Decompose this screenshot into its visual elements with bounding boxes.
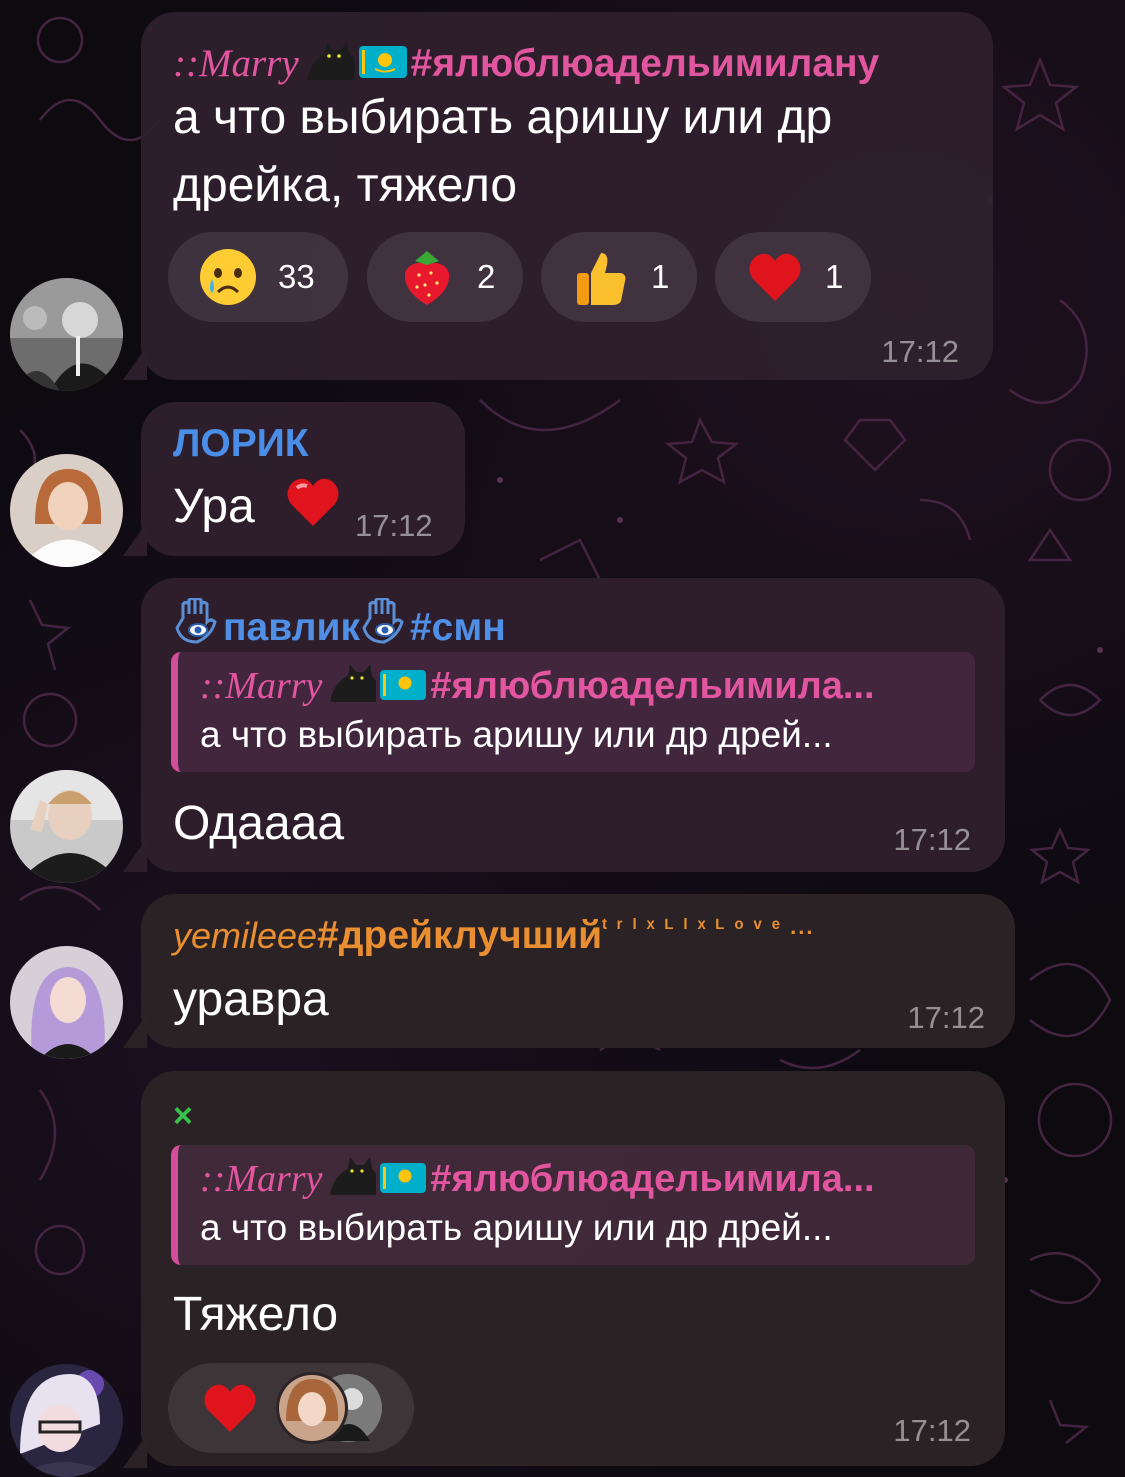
- reactor-avatars: [276, 1372, 382, 1444]
- sender-name[interactable]: ×: [173, 1097, 193, 1136]
- reaction-heart-with-avatars[interactable]: [168, 1363, 414, 1453]
- message-text: Тяжело: [173, 1288, 339, 1341]
- avatar[interactable]: [10, 946, 123, 1059]
- avatar-photo-blonde: [10, 1364, 123, 1477]
- reply-quote[interactable]: ::Marry #ялюблюадельимила... а что выбир…: [171, 1145, 975, 1265]
- message-text-content: Ура: [173, 480, 255, 533]
- sender-display-name: yemileee: [173, 915, 318, 956]
- sender-hashtag[interactable]: #ялюблюадельимилану: [411, 42, 880, 85]
- reaction-count: 1: [651, 258, 670, 295]
- message-text-line-2: дрейка, тяжело: [173, 159, 518, 212]
- reaction-crying[interactable]: 33: [168, 232, 348, 322]
- reply-hashtag: #ялюблюадельимила...: [430, 665, 875, 707]
- crying-face-emoji-icon: [200, 249, 256, 305]
- avatar[interactable]: [10, 1364, 123, 1477]
- sender-name[interactable]: павлик #смн: [173, 598, 506, 650]
- reply-sender: ::Marry #ялюблюадельимила...: [200, 1153, 875, 1201]
- hamsa-emoji-icon: [175, 598, 217, 644]
- sender-name[interactable]: yemileee#дрейклучшийᵗ ʳ ᴵ ˣ ᴸ ᴵ ˣ ᴸ ᵒ ᵛ …: [173, 914, 814, 958]
- reaction-count: 2: [477, 258, 496, 295]
- reply-quote[interactable]: ::Marry #ялюблюадельимила... а что выбир…: [171, 652, 975, 772]
- avatar-photo-girl-purple-hair: [10, 946, 123, 1059]
- sender-display-name: павлик: [223, 606, 360, 649]
- message-text: Одаааа: [173, 797, 345, 850]
- black-cat-emoji-icon: [330, 664, 377, 702]
- sender-name[interactable]: ::Marry #ялюблюадельимилану: [173, 36, 879, 86]
- message-text: уравра: [173, 973, 329, 1026]
- reactor-avatar-girl: [276, 1372, 348, 1444]
- reply-hashtag: #ялюблюадельимила...: [430, 1158, 875, 1200]
- avatar-photo-boy: [10, 770, 123, 883]
- message-bubble[interactable]: павлик #смн ::Marry #ялюблюадельимила...…: [141, 578, 1005, 872]
- message-bubble[interactable]: × ::Marry #ялюблюадельимила... а что выб…: [141, 1071, 1005, 1466]
- message-bubble[interactable]: yemileee#дрейклучшийᵗ ʳ ᴵ ˣ ᴸ ᴵ ˣ ᴸ ᵒ ᵛ …: [141, 894, 1015, 1048]
- message-time: 17:12: [907, 1000, 985, 1035]
- message-time: 17:12: [355, 508, 433, 543]
- sender-display-name: ::Marry: [173, 42, 299, 85]
- chat-screen: ::Marry #ялюблюадельимилану а что выбира…: [0, 0, 1125, 1477]
- message-bubble[interactable]: ЛОРИК Ура 17:12: [141, 402, 465, 556]
- message-time: 17:12: [881, 334, 959, 369]
- message-time: 17:12: [893, 1413, 971, 1448]
- message-text-line-1: а что выбирать аришу или др: [173, 91, 833, 144]
- reply-text: а что выбирать аришу или др дрей...: [200, 714, 833, 755]
- reaction-strawberry[interactable]: 2: [367, 232, 523, 322]
- thumbs-up-emoji-icon: [577, 253, 626, 305]
- reaction-count: 1: [825, 258, 844, 295]
- sender-name[interactable]: ЛОРИК: [173, 422, 309, 466]
- avatar[interactable]: [10, 770, 123, 883]
- sender-hashtag[interactable]: #дрейклучший: [317, 914, 602, 957]
- sender-hashtag[interactable]: #смн: [410, 606, 506, 649]
- avatar[interactable]: [10, 278, 123, 391]
- black-cat-emoji-icon: [306, 42, 355, 80]
- message-bubble[interactable]: ::Marry #ялюблюадельимилану а что выбира…: [141, 12, 993, 380]
- reply-sender-name: ::Marry: [200, 1158, 323, 1200]
- red-heart-emoji-icon: [204, 1384, 256, 1432]
- message-time: 17:12: [893, 822, 971, 857]
- sender-suffix: ᵗ ʳ ᴵ ˣ ᴸ ᴵ ˣ ᴸ ᵒ ᵛ ᵉ ...: [602, 914, 815, 939]
- avatar[interactable]: [10, 454, 123, 567]
- reply-sender-name: ::Marry: [200, 665, 323, 707]
- reply-text: а что выбирать аришу или др дрей...: [200, 1207, 833, 1248]
- black-cat-emoji-icon: [330, 1157, 377, 1195]
- reactions-row: 33 2 1 1: [168, 232, 988, 322]
- message-text: Ура: [173, 472, 346, 541]
- strawberry-emoji-icon: [404, 251, 450, 305]
- reaction-thumbs-up[interactable]: 1: [541, 232, 697, 322]
- reaction-count: 33: [278, 258, 315, 295]
- kazakhstan-flag-emoji-icon: [358, 46, 407, 78]
- reaction-heart[interactable]: 1: [715, 232, 871, 322]
- kazakhstan-flag-emoji-icon: [380, 1163, 427, 1193]
- avatar-photo-girl: [10, 454, 123, 567]
- hamsa-emoji-icon: [362, 598, 404, 644]
- reply-sender: ::Marry #ялюблюадельимила...: [200, 660, 875, 708]
- red-heart-emoji-icon: [287, 478, 339, 526]
- red-heart-emoji-icon: [749, 253, 801, 301]
- kazakhstan-flag-emoji-icon: [380, 670, 427, 700]
- avatar-photo-man: [10, 278, 123, 391]
